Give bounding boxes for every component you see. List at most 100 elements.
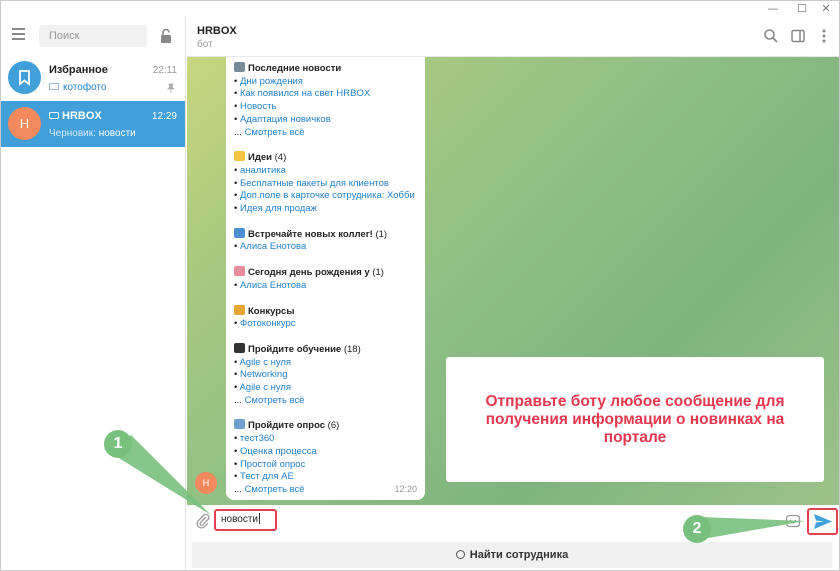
see-all-row: ... Смотреть всё [234,483,305,495]
section-item-link[interactable]: аналитика [240,165,286,176]
send-button[interactable] [807,508,838,535]
chat-preview-text: котофото [63,82,107,93]
section-title: Идеи (4) [234,151,417,165]
medal-icon [234,304,245,315]
section-item-link[interactable]: Новость [240,101,276,112]
chat-title[interactable]: HRBOX [197,25,237,37]
chat-preview-text: новости [98,128,136,139]
search-icon[interactable] [763,28,779,44]
search-input[interactable]: Поиск [39,25,147,47]
message-section: Пройдите опрос (6) • тест360 • Оценка проц… [234,419,417,496]
lock-icon[interactable] [159,28,173,44]
chat-preview: Черновик: новости [49,128,136,139]
section-item: • Простой опрос [234,458,306,470]
magnifier-icon [455,550,465,559]
chat-subtitle: бот [197,39,213,50]
hamburger-menu-icon[interactable] [9,25,29,45]
section-item-link[interactable]: Agile с нуля [239,357,291,368]
see-all-link[interactable]: Смотреть всё [245,395,305,406]
section-item: • Доп.поле в карточке сотрудника: Хобби [234,190,415,202]
section-title-text: Сегодня день рождения у [248,267,370,279]
keyboard-toggle-icon[interactable] [785,513,801,529]
section-item-link[interactable]: Алиса Енотова [240,241,306,252]
new-badge-icon [234,227,245,238]
message-composer: новости [187,505,839,537]
see-all-link[interactable]: Смотреть всё [245,484,305,495]
section-count: (18) [343,343,361,355]
section-item-link[interactable]: Доп.поле в карточке сотрудника: Хобби [240,190,415,201]
find-employee-button[interactable]: Найти сотрудника [192,542,832,568]
maximize-icon[interactable]: ☐ [789,1,815,17]
section-title: Пройдите опрос (6) [234,419,417,433]
telegram-window: — ☐ ✕ Поиск Избранное 22:11 котофото Н H… [0,0,840,571]
see-all-row: ... Смотреть всё [234,126,305,138]
step-badge-1: 1 [104,430,132,458]
section-count: (4) [274,152,287,164]
section-title-text: Встречайте новых коллег! [248,228,373,240]
section-item-link[interactable]: Тест для АЕ [240,471,294,482]
section-title-text: Последние новости [248,63,342,74]
pin-icon [167,83,175,93]
instruction-callout: Отправьте боту любое сообщение для получ… [446,357,824,482]
text-cursor [259,513,261,524]
section-count: (1) [375,228,388,240]
minimize-icon[interactable]: — [760,1,786,17]
section-title-text: Пройдите опрос [248,420,326,432]
see-all-row: ... Смотреть всё [234,394,305,406]
section-item-link[interactable]: Идея для продаж [240,203,317,214]
graduation-cap-icon [234,342,245,353]
bot-message: Последние новости • Дни рождения • Как поя… [226,57,425,500]
section-item: • Новость [234,101,277,113]
chat-header: HRBOX бот [187,17,839,57]
section-title: Встречайте новых коллег! (1) [234,227,417,242]
send-icon [814,514,832,529]
more-options-icon[interactable] [816,28,832,44]
section-item-link[interactable]: Алиса Енотова [240,280,306,291]
section-item: • Фотоконкурс [234,318,296,330]
message-input[interactable]: новости [214,509,277,531]
section-count: (1) [372,267,384,279]
see-all-link[interactable]: Смотреть всё [245,127,305,138]
section-title-text: Конкурсы [248,305,295,317]
section-item: • Алиса Енотова [234,241,307,253]
section-item: • Как появился на свет HRBOX [234,88,371,100]
bot-icon [49,112,59,119]
lightbulb-icon [234,151,245,162]
bot-avatar[interactable]: Н [195,472,217,494]
section-title: Пройдите обучение (18) [234,342,417,357]
section-item: • Идея для продаж [234,203,317,215]
section-title: Сегодня день рождения у (1) [234,266,417,280]
message-input-value: новости [221,514,259,525]
section-item-link[interactable]: Простой опрос [240,459,305,470]
section-item: • Дни рождения [234,75,303,87]
section-item: • Оценка процесса [234,445,317,457]
chat-item-saved[interactable]: Избранное 22:11 котофото [1,55,185,101]
chat-item-hrbox[interactable]: Н HRBOX 12:29 Черновик: новости [1,101,185,147]
close-icon[interactable]: ✕ [813,1,839,17]
section-item: • Agile с нуля [234,356,292,368]
section-item-link[interactable]: тест360 [240,433,274,444]
section-item-link[interactable]: Бесплатные пакеты для клиентов [240,178,389,189]
section-item: • тест360 [234,433,275,445]
section-item: • аналитика [234,164,286,176]
message-section: Сегодня день рождения у (1) • Алиса Еното… [234,266,417,292]
section-item-link[interactable]: Как появился на свет HRBOX [240,88,370,99]
section-item-link[interactable]: Networking [240,369,288,380]
section-item-link[interactable]: Фотоконкурс [240,318,296,329]
step-badge-2: 2 [683,515,711,543]
section-title-text: Пройдите обучение [248,343,342,355]
section-item-link[interactable]: Agile с нуля [239,382,291,393]
section-item-link[interactable]: Дни рождения [240,76,303,87]
section-item-link[interactable]: Оценка процесса [240,446,317,457]
draft-label: Черновик: [49,128,96,139]
newspaper-icon [234,62,245,72]
chat-preview: котофото [49,82,106,93]
chat-time: 12:29 [151,111,177,122]
message-section: Идеи (4) • аналитика • Бесплатные пакеты д… [234,151,417,216]
section-item-link[interactable]: Адаптация новичков [240,114,331,125]
message-time: 12:20 [394,484,417,495]
avatar [8,61,41,94]
paperclip-icon[interactable] [195,513,211,529]
chat-name-text: HRBOX [62,110,102,122]
sidebar-toggle-icon[interactable] [790,28,806,44]
